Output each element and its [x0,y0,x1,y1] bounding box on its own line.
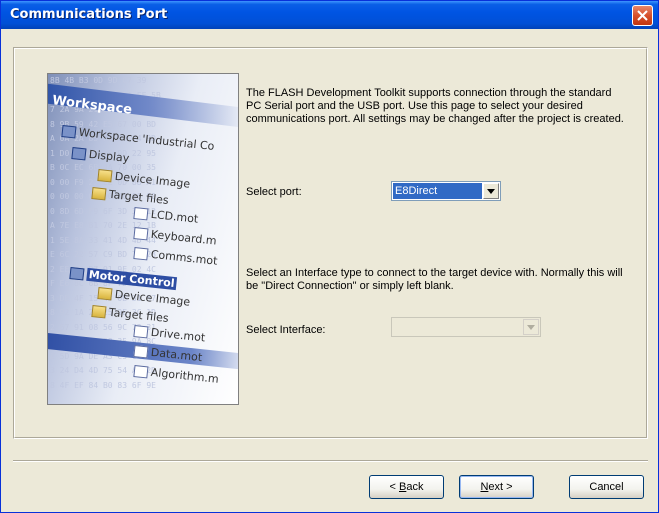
project-icon [69,267,85,281]
chevron-down-icon [527,325,535,330]
workspace-illustration: 8B 4B B3 0D 9D C7 39 6E A3 46 9B 82 DA F… [47,73,239,405]
interface-select[interactable] [391,317,541,337]
cancel-button[interactable]: Cancel [569,475,644,499]
interface-description: Select an Interface type to connect to t… [246,267,623,292]
file-icon [133,247,149,261]
port-select[interactable]: E8Direct [391,181,501,201]
file-icon [133,325,149,339]
folder-icon [97,287,113,301]
project-icon [71,147,87,161]
file-icon [133,365,149,379]
folder-icon [91,187,107,201]
workspace-icon [61,125,77,139]
file-icon [133,345,149,359]
communications-port-dialog: Communications Port 8B 4B B3 0D 9D C7 39… [0,0,659,513]
folder-icon [97,169,113,183]
close-icon [637,10,648,21]
next-button[interactable]: Next > [459,475,534,499]
interface-select-value [393,319,522,335]
folder-icon [91,305,107,319]
port-dropdown-button[interactable] [483,183,499,199]
port-description: The FLASH Development Toolkit supports c… [246,87,624,125]
select-port-label: Select port: [246,186,302,198]
chevron-down-icon [487,189,495,194]
dialog-title: Communications Port [10,7,168,22]
interface-dropdown-button[interactable] [523,319,539,335]
back-button[interactable]: < Back [369,475,444,499]
button-separator [13,460,648,462]
file-icon [133,207,149,221]
file-icon [133,227,149,241]
select-interface-label: Select Interface: [246,324,326,336]
title-bar[interactable]: Communications Port [1,1,658,29]
port-select-value: E8Direct [393,183,482,199]
close-button[interactable] [632,5,653,26]
